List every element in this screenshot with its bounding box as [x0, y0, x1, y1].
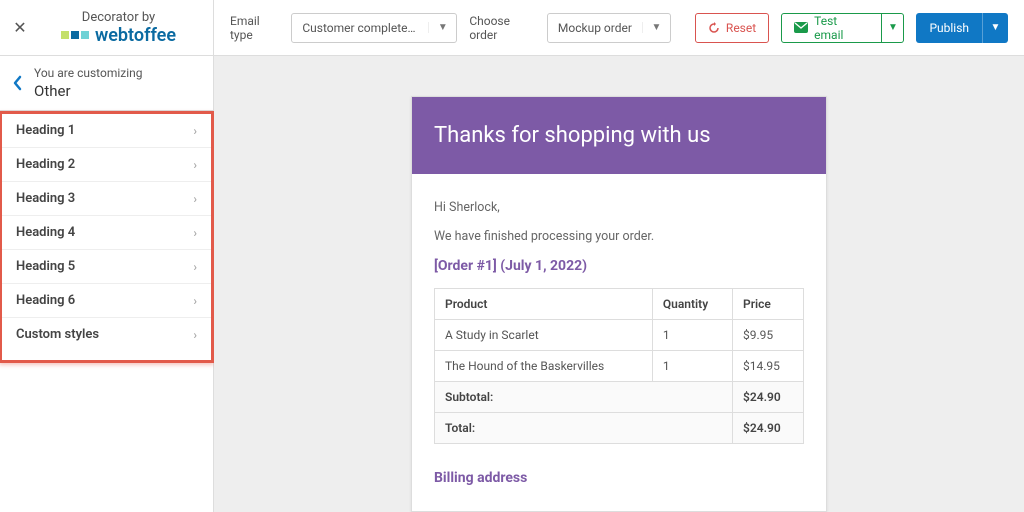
- table-row: The Hound of the Baskervilles1$14.95: [435, 351, 804, 382]
- reset-icon: [708, 22, 720, 34]
- emailtype-select[interactable]: Customer completed or… ▼: [291, 13, 457, 43]
- panel-item[interactable]: Heading 6›: [2, 284, 211, 318]
- table-row: A Study in Scarlet1$9.95: [435, 320, 804, 351]
- toolbar: Email type Customer completed or… ▼ Choo…: [214, 0, 1024, 56]
- email-banner: Thanks for shopping with us: [412, 97, 826, 174]
- back-icon[interactable]: [8, 75, 34, 91]
- breadcrumb-label: You are customizing: [34, 66, 143, 80]
- chevron-down-icon[interactable]: ▼: [642, 22, 670, 33]
- panel-item[interactable]: Heading 3›: [2, 182, 211, 216]
- chevron-right-icon: ›: [193, 192, 197, 206]
- chevron-right-icon: ›: [193, 294, 197, 308]
- main-area: Email type Customer completed or… ▼ Choo…: [214, 0, 1024, 512]
- chevron-down-icon[interactable]: ▼: [428, 22, 456, 33]
- logo-icon: [61, 31, 89, 39]
- th-product: Product: [435, 289, 653, 320]
- chevron-right-icon: ›: [193, 124, 197, 138]
- mail-icon: [794, 22, 808, 33]
- reset-button[interactable]: Reset: [695, 13, 769, 43]
- email-greeting: Hi Sherlock,: [434, 200, 804, 215]
- publish-button[interactable]: Publish: [916, 13, 982, 43]
- email-line1: We have finished processing your order.: [434, 229, 804, 244]
- chevron-right-icon: ›: [193, 226, 197, 240]
- publish-dropdown[interactable]: ▼: [982, 13, 1008, 43]
- panel-item[interactable]: Heading 5›: [2, 250, 211, 284]
- order-header: [Order #1] (July 1, 2022): [434, 258, 804, 274]
- emailtype-label: Email type: [230, 14, 285, 42]
- chevron-right-icon: ›: [193, 328, 197, 342]
- test-email-button[interactable]: Test email: [781, 13, 882, 43]
- test-email-dropdown[interactable]: ▼: [882, 13, 904, 43]
- email-title: Thanks for shopping with us: [434, 123, 804, 148]
- chooseorder-label: Choose order: [469, 14, 541, 42]
- chevron-right-icon: ›: [193, 260, 197, 274]
- order-table: Product Quantity Price A Study in Scarle…: [434, 288, 804, 444]
- panel-item[interactable]: Heading 4›: [2, 216, 211, 250]
- panel-item[interactable]: Heading 2›: [2, 148, 211, 182]
- logo: Decorator by webtoffee: [40, 10, 213, 46]
- sidebar-header: ✕ Decorator by webtoffee: [0, 0, 213, 56]
- close-button[interactable]: ✕: [0, 18, 40, 37]
- customizer-sidebar: ✕ Decorator by webtoffee You are customi…: [0, 0, 214, 512]
- panel-item[interactable]: Heading 1›: [2, 114, 211, 148]
- email-preview: Thanks for shopping with us Hi Sherlock,…: [214, 56, 1024, 512]
- panel-list-highlight: Heading 1›Heading 2›Heading 3›Heading 4›…: [0, 111, 214, 363]
- breadcrumb[interactable]: You are customizing Other: [0, 56, 213, 111]
- th-qty: Quantity: [652, 289, 732, 320]
- breadcrumb-value: Other: [34, 82, 143, 100]
- chooseorder-select[interactable]: Mockup order ▼: [547, 13, 671, 43]
- billing-heading: Billing address: [434, 470, 804, 486]
- panel-item[interactable]: Custom styles›: [2, 318, 211, 360]
- chevron-right-icon: ›: [193, 158, 197, 172]
- th-price: Price: [733, 289, 804, 320]
